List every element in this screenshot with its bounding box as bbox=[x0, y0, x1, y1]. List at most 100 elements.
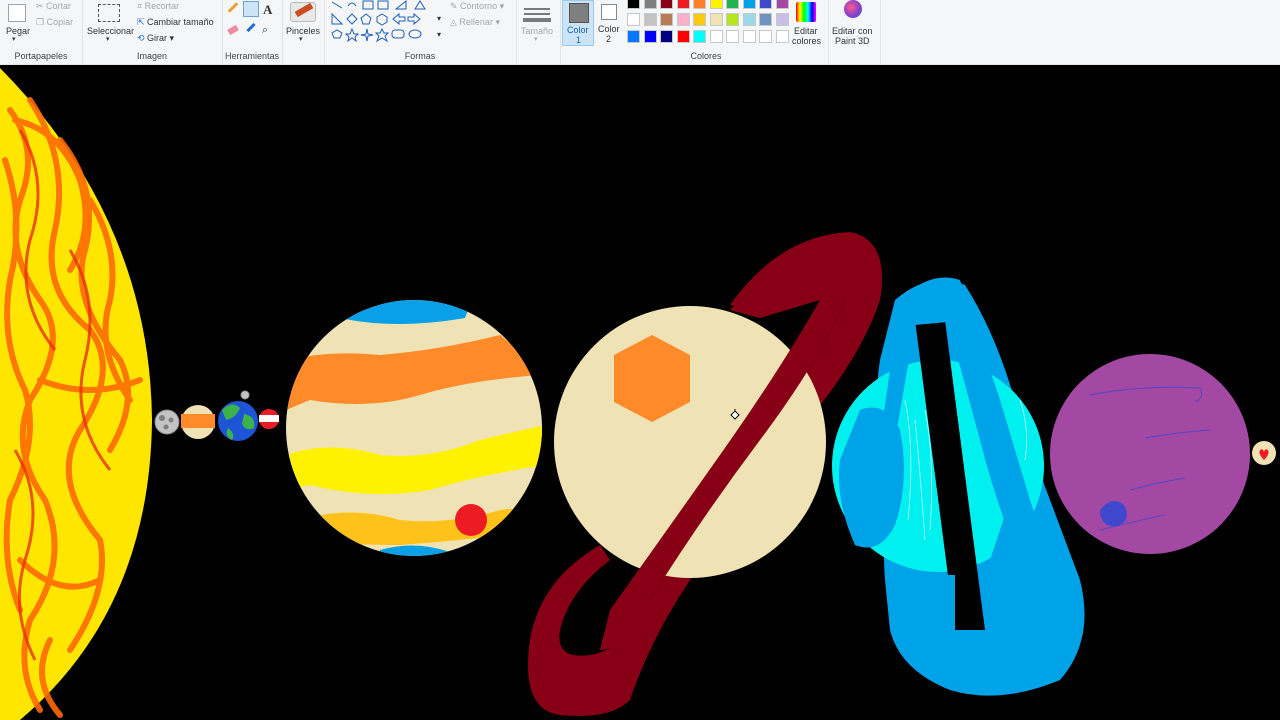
size-group: Tamaño ▾ bbox=[516, 0, 561, 64]
neptune bbox=[1050, 354, 1250, 554]
palette-swatch[interactable] bbox=[643, 30, 657, 43]
select-dropdown-icon[interactable]: ▾ bbox=[106, 35, 110, 43]
palette-swatch[interactable] bbox=[759, 0, 772, 9]
colors-group-label: Colores bbox=[690, 51, 722, 61]
rotate-icon: ⟲ bbox=[137, 33, 148, 43]
brushes-button[interactable]: Pinceles bbox=[286, 26, 320, 36]
shapes-more-icon[interactable]: ▾ bbox=[437, 30, 441, 39]
paint3d-group: Editar con Paint 3D bbox=[828, 0, 881, 64]
eraser-icon[interactable] bbox=[227, 24, 239, 36]
mars bbox=[259, 409, 279, 429]
saturn bbox=[528, 232, 882, 716]
color1-label: Color bbox=[567, 25, 589, 35]
palette-swatch[interactable] bbox=[660, 13, 673, 26]
outline-icon: ✎ bbox=[450, 1, 461, 11]
paint3d-label-2[interactable]: Paint 3D bbox=[835, 36, 870, 46]
tools-group-label: Herramientas bbox=[224, 51, 280, 61]
drawing-canvas[interactable] bbox=[0, 65, 1280, 720]
color2-swatch bbox=[601, 4, 617, 20]
palette-swatch[interactable] bbox=[676, 0, 690, 9]
palette-swatch[interactable] bbox=[726, 0, 739, 9]
color1-button[interactable]: Color 1 bbox=[562, 0, 594, 46]
color2-number: 2 bbox=[606, 34, 612, 44]
mercury bbox=[154, 409, 180, 435]
solar-system-drawing bbox=[0, 68, 1276, 720]
palette-swatch[interactable] bbox=[709, 13, 723, 26]
venus bbox=[181, 405, 215, 439]
text-icon[interactable]: A bbox=[263, 2, 272, 18]
palette-swatch[interactable] bbox=[726, 13, 739, 26]
edit-colors-label-2[interactable]: colores bbox=[792, 36, 821, 46]
size-dropdown-icon[interactable]: ▾ bbox=[534, 35, 538, 43]
paste-dropdown-icon[interactable]: ▾ bbox=[12, 35, 16, 43]
outline-button[interactable]: ✎ Contorno ▾ bbox=[450, 1, 504, 12]
palette-swatch[interactable] bbox=[676, 13, 690, 26]
fill-button[interactable]: ◬ Rellenar ▾ bbox=[450, 17, 500, 28]
rotate-button[interactable]: ⟲ Girar ▾ bbox=[137, 33, 174, 44]
size-icon[interactable] bbox=[524, 8, 550, 10]
sun bbox=[0, 68, 152, 720]
cut-icon: ✂ bbox=[36, 1, 47, 11]
magnifier-icon[interactable]: ⌕ bbox=[262, 24, 268, 37]
jupiter bbox=[286, 300, 542, 556]
resize-icon: ⇱ bbox=[137, 17, 148, 27]
palette-swatch[interactable] bbox=[643, 13, 657, 26]
select-button[interactable]: Seleccionar bbox=[87, 26, 134, 36]
palette-swatch[interactable] bbox=[693, 13, 706, 26]
image-group: Seleccionar ▾ ⌗ Recortar ⇱ Cambiar tamañ… bbox=[82, 0, 223, 64]
palette-swatch[interactable] bbox=[627, 0, 640, 9]
pluto bbox=[1252, 441, 1276, 465]
resize-button[interactable]: ⇱ Cambiar tamaño bbox=[137, 17, 214, 28]
crop-icon: ⌗ bbox=[137, 1, 145, 11]
edit-colors-icon[interactable] bbox=[796, 2, 816, 22]
palette-swatch[interactable] bbox=[742, 13, 756, 26]
shapes-scroll-icon[interactable]: ▾ bbox=[437, 14, 441, 23]
palette-swatch[interactable] bbox=[759, 13, 772, 26]
palette-swatch[interactable] bbox=[775, 30, 789, 43]
palette-swatch[interactable] bbox=[693, 30, 706, 43]
uranus bbox=[832, 277, 1085, 696]
brushes-dropdown-icon[interactable]: ▾ bbox=[299, 35, 303, 43]
palette-swatch[interactable] bbox=[627, 13, 640, 26]
paste-button[interactable]: Pegar bbox=[6, 26, 30, 36]
palette-swatch[interactable] bbox=[775, 0, 789, 9]
shapes-group-label: Formas bbox=[404, 51, 436, 61]
shapes-gallery[interactable] bbox=[330, 0, 440, 46]
shapes-group: ▾ ▾ ✎ Contorno ▾ ◬ Rellenar ▾ Formas bbox=[324, 0, 517, 64]
edit-colors-label-1[interactable]: Editar bbox=[794, 26, 818, 36]
color1-number: 1 bbox=[576, 35, 582, 45]
color1-swatch bbox=[569, 3, 589, 23]
copy-icon: ❐ bbox=[36, 17, 47, 27]
fill-bucket-icon: ◬ bbox=[450, 17, 460, 27]
palette-swatch[interactable] bbox=[676, 30, 690, 43]
paint3d-label-1[interactable]: Editar con bbox=[832, 26, 873, 36]
palette-swatch[interactable] bbox=[775, 13, 789, 26]
palette-swatch[interactable] bbox=[709, 0, 723, 9]
color-picker-icon[interactable] bbox=[246, 22, 256, 33]
image-group-label: Imagen bbox=[136, 51, 168, 61]
fill-cursor-icon bbox=[730, 409, 740, 420]
fill-icon[interactable] bbox=[243, 1, 259, 17]
copy-button[interactable]: ❐ Copiar bbox=[36, 17, 73, 28]
palette-swatch[interactable] bbox=[660, 30, 673, 43]
pencil-icon[interactable] bbox=[227, 2, 239, 13]
paint3d-icon[interactable] bbox=[844, 0, 862, 18]
brush-icon[interactable] bbox=[290, 2, 316, 22]
palette-swatch[interactable] bbox=[627, 30, 640, 43]
palette-swatch[interactable] bbox=[693, 0, 706, 9]
palette-swatch[interactable] bbox=[759, 30, 772, 43]
palette-swatch[interactable] bbox=[709, 30, 723, 43]
color2-label: Color bbox=[598, 24, 620, 34]
ribbon: Pegar ▾ ✂ Cortar ❐ Copiar Portapapeles S… bbox=[0, 0, 1280, 65]
palette-swatch[interactable] bbox=[726, 30, 739, 43]
color2-button[interactable]: Color 2 bbox=[596, 0, 624, 46]
palette-swatch[interactable] bbox=[742, 0, 756, 9]
palette-swatch[interactable] bbox=[643, 0, 657, 9]
cut-button[interactable]: ✂ Cortar bbox=[36, 1, 71, 12]
tools-group: A ⌕ Herramientas bbox=[222, 0, 283, 64]
palette-swatch[interactable] bbox=[742, 30, 756, 43]
select-icon[interactable] bbox=[98, 4, 120, 22]
crop-button[interactable]: ⌗ Recortar bbox=[137, 1, 179, 12]
palette-swatch[interactable] bbox=[660, 0, 673, 9]
paste-icon[interactable] bbox=[8, 4, 26, 22]
